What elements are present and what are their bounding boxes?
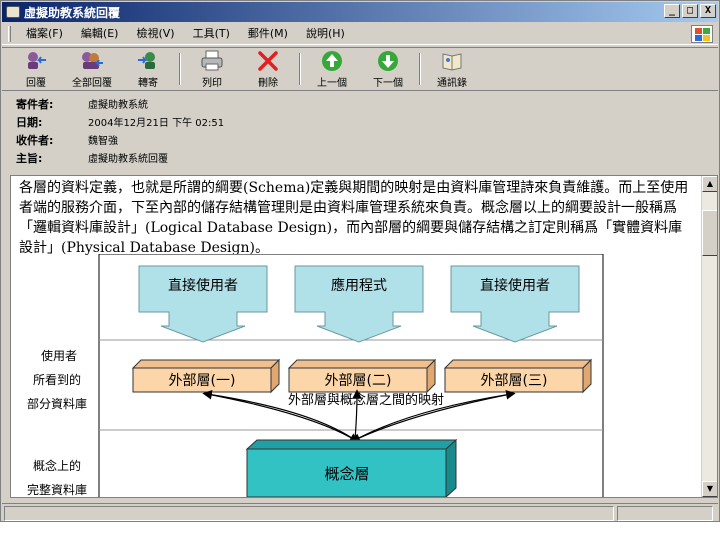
external-layer-3: 外部層(三) [443, 358, 593, 394]
print-button[interactable]: 列印 [184, 50, 240, 89]
address-book-icon [440, 50, 464, 72]
reply-icon [24, 50, 48, 72]
side-label: 使用者 [41, 348, 77, 363]
print-label: 列印 [202, 77, 222, 89]
scroll-up-button[interactable]: ▲ [702, 176, 717, 192]
address-book-button[interactable]: 通訊錄 [424, 50, 480, 89]
scroll-down-button[interactable]: ▼ [702, 481, 717, 497]
toolbar: 回覆 全部回覆 轉寄 列印 刪除 上一個 下一個 通訊錄 [2, 47, 718, 91]
from-label: 寄件者: [16, 98, 54, 111]
message-headers: 寄件者: 虛擬助教系統 日期: 2004年12月21日 下午 02:51 收件者… [2, 92, 718, 174]
external-layer-1: 外部層(一) [131, 358, 281, 394]
menu-tools[interactable]: 工具(T) [184, 24, 239, 44]
arrow-up-icon [320, 50, 344, 72]
previous-button[interactable]: 上一個 [304, 50, 360, 89]
side-label: 概念上的 [33, 458, 81, 473]
forward-button[interactable]: 轉寄 [120, 50, 176, 89]
next-label: 下一個 [373, 77, 403, 89]
subject-label: 主旨: [16, 152, 43, 165]
side-label: 部分資料庫 [27, 396, 87, 411]
delete-label: 刪除 [258, 77, 278, 89]
menu-message[interactable]: 郵件(M) [239, 24, 297, 44]
concept-layer: 概念層 [245, 438, 458, 497]
menu-bar: 檔案(F) 編輯(E) 檢視(V) 工具(T) 郵件(M) 說明(H) [2, 23, 718, 45]
concept-layer-label: 概念層 [324, 465, 369, 483]
address-book-label: 通訊錄 [437, 77, 467, 89]
next-button[interactable]: 下一個 [360, 50, 416, 89]
from-value[interactable]: 虛擬助教系統 [88, 96, 148, 112]
toolbar-separator [419, 53, 421, 85]
title-bar: 虛擬助教系統回覆 _ □ X [2, 2, 718, 22]
status-cell [617, 506, 713, 521]
subject-value: 虛擬助教系統回覆 [88, 154, 168, 165]
date-value: 2004年12月21日 下午 02:51 [88, 118, 225, 129]
header-to: 收件者: 魏智強 [16, 132, 118, 148]
vertical-scrollbar[interactable]: ▲ ▼ [701, 176, 717, 497]
menu-grip [8, 25, 11, 42]
close-button[interactable]: X [700, 4, 716, 18]
forward-icon [136, 50, 160, 72]
scroll-thumb[interactable] [702, 210, 717, 256]
external-layer-label: 外部層(一) [169, 373, 236, 389]
delete-button[interactable]: 刪除 [240, 50, 296, 89]
menu-help[interactable]: 說明(H) [297, 24, 354, 44]
top-box-label: 應用程式 [331, 277, 387, 294]
reply-all-button[interactable]: 全部回覆 [64, 50, 120, 89]
menu-edit[interactable]: 編輯(E) [72, 24, 128, 44]
top-box-label: 直接使用者 [168, 277, 238, 294]
to-label: 收件者: [16, 134, 54, 147]
maximize-button[interactable]: □ [682, 4, 698, 18]
status-cell [4, 506, 614, 521]
body-paragraph: 各層的資料定義，也就是所謂的綱要(Schema)定義與期間的映射是由資料庫管理詩… [19, 180, 689, 256]
header-subject: 主旨: 虛擬助教系統回覆 [16, 150, 168, 166]
external-layer-label: 外部層(二) [325, 373, 392, 389]
mail-app-icon [6, 6, 20, 18]
toolbar-separator [179, 53, 181, 85]
window-title: 虛擬助教系統回覆 [24, 5, 121, 20]
header-from: 寄件者: 虛擬助教系統 [16, 96, 148, 112]
mapping-label: 外部層與概念層之間的映射 [288, 392, 444, 408]
to-value[interactable]: 魏智強 [88, 132, 118, 148]
minimize-button[interactable]: _ [664, 4, 680, 18]
message-body[interactable]: 各層的資料定義，也就是所謂的綱要(Schema)定義與期間的映射是由資料庫管理詩… [10, 175, 718, 498]
external-layer-2: 外部層(二) [287, 358, 437, 394]
previous-label: 上一個 [317, 77, 347, 89]
menu-view[interactable]: 檢視(V) [127, 24, 183, 44]
reply-button[interactable]: 回覆 [8, 50, 64, 89]
windows-logo-icon [691, 25, 713, 43]
schema-diagram: 直接使用者 應用程式 直接使用者 外部層(一) 外部層(二) 外部層(三) 外部… [27, 254, 604, 497]
status-bar [2, 503, 718, 522]
arrow-down-icon [376, 50, 400, 72]
toolbar-separator [299, 53, 301, 85]
side-label: 所看到的 [33, 372, 81, 387]
forward-label: 轉寄 [138, 77, 158, 89]
print-icon [200, 50, 224, 72]
header-date: 日期: 2004年12月21日 下午 02:51 [16, 114, 224, 130]
side-label: 完整資料庫 [27, 482, 87, 497]
delete-icon [256, 50, 280, 72]
reply-all-label: 全部回覆 [72, 77, 112, 89]
top-box-label: 直接使用者 [480, 277, 550, 294]
reply-all-icon [80, 50, 104, 72]
mail-window: 虛擬助教系統回覆 _ □ X 檔案(F) 編輯(E) 檢視(V) 工具(T) 郵… [0, 0, 720, 522]
reply-label: 回覆 [26, 77, 46, 89]
date-label: 日期: [16, 116, 43, 129]
menu-file[interactable]: 檔案(F) [17, 24, 72, 44]
external-layer-label: 外部層(三) [481, 373, 548, 389]
